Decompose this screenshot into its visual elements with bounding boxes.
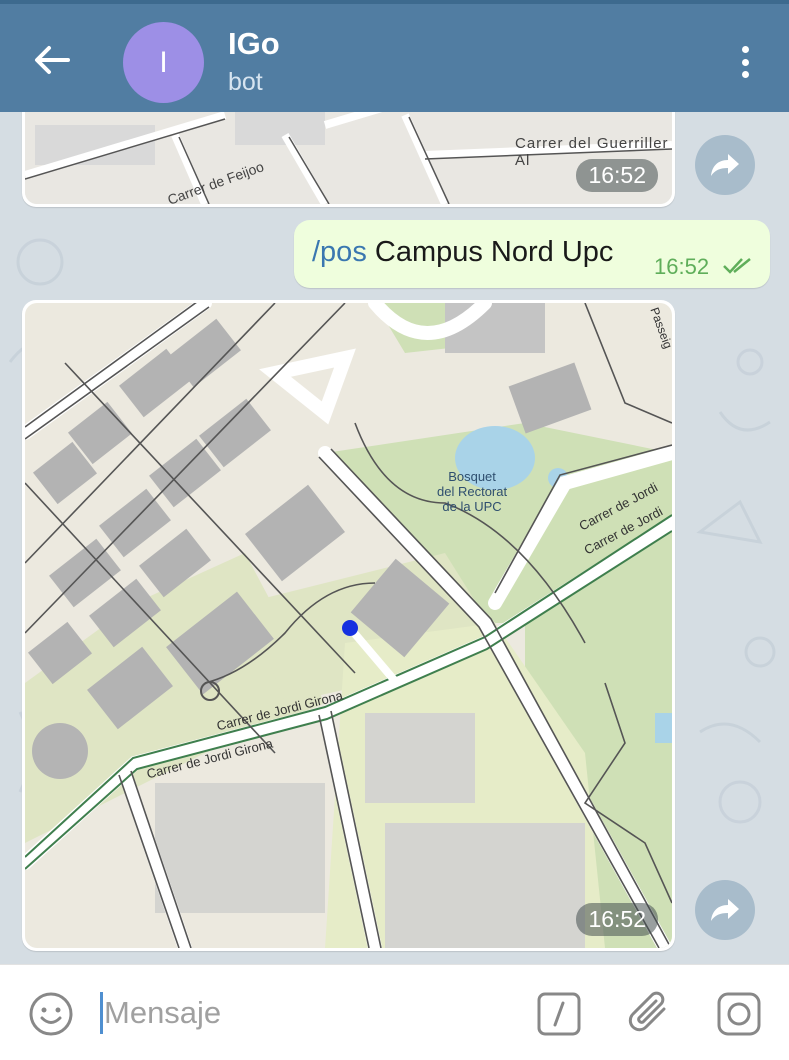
camera-button[interactable]	[716, 991, 762, 1037]
chat-area[interactable]: Carrer del Guerriller Al Carrer de Feijo…	[0, 112, 789, 964]
map-image-message[interactable]: Bosquet del Rectorat de la UPC Carrer de…	[22, 300, 675, 951]
command-link[interactable]: /pos	[312, 236, 367, 268]
dot-icon	[741, 71, 749, 78]
emoji-button[interactable]	[28, 991, 74, 1037]
poi-label-line: Bosquet	[448, 469, 496, 484]
outgoing-message[interactable]: /pos Campus Nord Upc 16:52	[294, 220, 770, 288]
poi-label-line: de la UPC	[442, 499, 502, 514]
message-time: 16:52	[654, 254, 710, 279]
chat-subtitle: bot	[228, 68, 263, 96]
map-drawing	[25, 303, 672, 948]
map-image: Carrer del Guerriller Al Carrer de Feijo…	[25, 112, 672, 204]
forward-button[interactable]	[695, 135, 755, 195]
message-body: Campus Nord Upc	[374, 236, 614, 268]
double-check-icon	[723, 258, 751, 274]
share-arrow-icon	[711, 899, 739, 921]
poi-label-line: del Rectorat	[437, 484, 508, 499]
paperclip-icon	[628, 991, 666, 1032]
message-text: /pos Campus Nord Upc	[312, 236, 613, 269]
more-options-button[interactable]	[731, 42, 759, 82]
chat-title: IGo	[228, 26, 280, 61]
bot-commands-button[interactable]	[536, 991, 582, 1037]
avatar[interactable]: I	[123, 22, 204, 103]
dot-icon	[741, 46, 749, 53]
back-button[interactable]	[30, 38, 74, 82]
message-input-bar	[0, 964, 789, 1060]
message-input[interactable]	[104, 991, 504, 1035]
slash-command-icon	[537, 992, 581, 1036]
map-image-message[interactable]: Carrer del Guerriller Al Carrer de Feijo…	[22, 112, 675, 207]
dot-icon	[741, 58, 749, 66]
share-arrow-icon	[711, 154, 739, 176]
smile-icon	[29, 992, 73, 1036]
message-time: 16:52	[576, 159, 658, 192]
arrow-left-icon	[35, 46, 70, 74]
poi-label: Bosquet del Rectorat de la UPC	[437, 469, 507, 514]
map-image: Bosquet del Rectorat de la UPC Carrer de…	[25, 303, 672, 948]
camera-icon	[717, 992, 761, 1036]
chat-header: I IGo bot	[0, 0, 789, 112]
attach-button[interactable]	[626, 989, 674, 1037]
text-cursor	[100, 992, 103, 1034]
message-time: 16:52	[576, 903, 658, 936]
forward-button[interactable]	[695, 880, 755, 940]
